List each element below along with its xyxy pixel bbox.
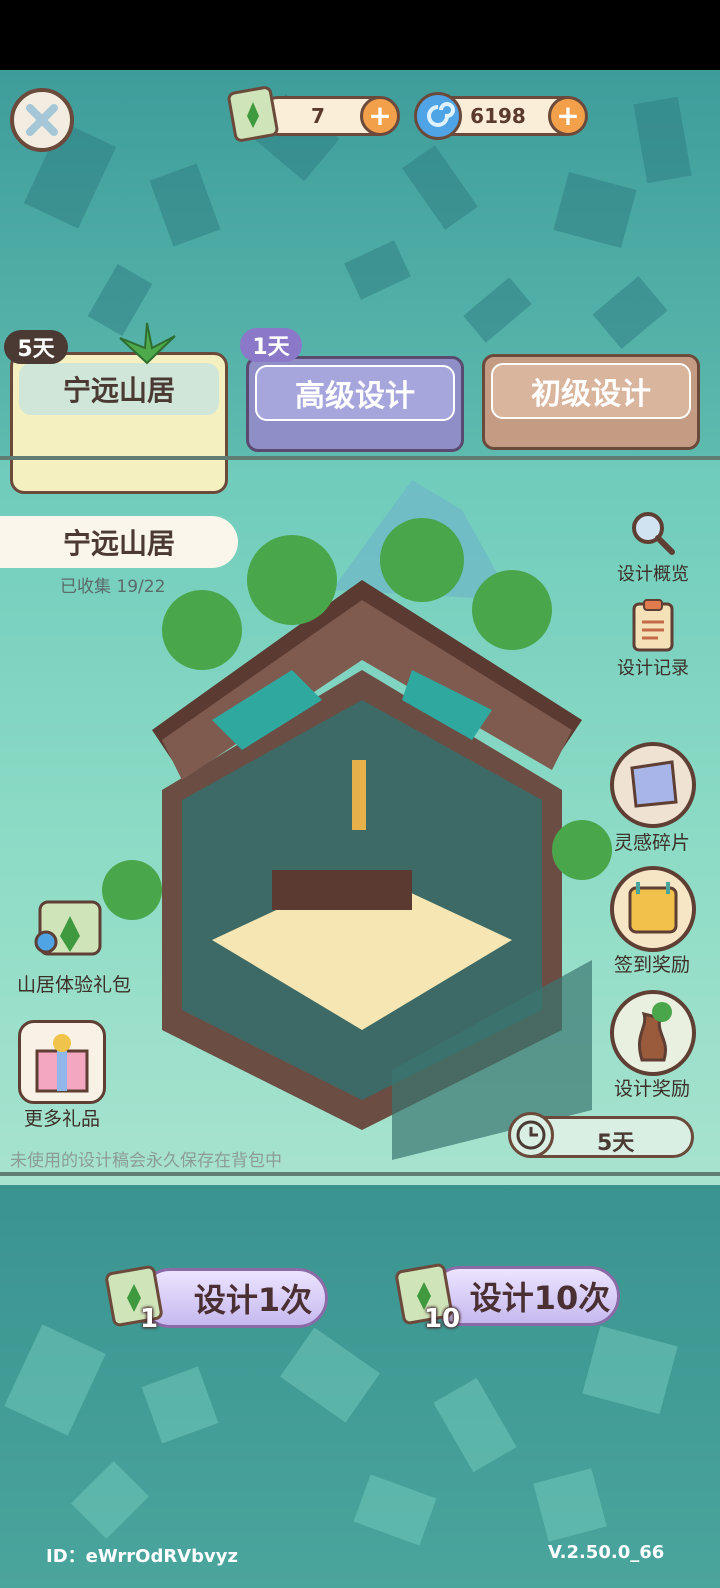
storage-hint: 未使用的设计稿会永久保存在背包中 bbox=[10, 1151, 282, 1171]
calendar-icon bbox=[610, 866, 696, 952]
tab-basic[interactable]: 初级设计 bbox=[482, 354, 700, 450]
leaf-icon bbox=[100, 318, 194, 368]
bonsai-icon bbox=[610, 990, 696, 1076]
timer-value: 5天 bbox=[597, 1131, 635, 1156]
inspiration-fragment-label: 灵感碎片 bbox=[613, 832, 690, 854]
magnifier-icon bbox=[632, 512, 675, 555]
spiral-icon bbox=[414, 92, 462, 140]
inspiration-fragment-button[interactable]: 灵感碎片 bbox=[604, 742, 700, 856]
more-gifts-label: 更多礼品 bbox=[23, 1108, 100, 1130]
map-fragment-icon bbox=[610, 742, 696, 828]
design-record-button[interactable]: 设计记录 bbox=[606, 598, 700, 682]
add-spiral-button[interactable]: + bbox=[548, 96, 588, 136]
status-bar bbox=[0, 0, 720, 70]
design-reward-label: 设计奖励 bbox=[613, 1078, 690, 1100]
divider-top bbox=[0, 456, 720, 460]
close-icon bbox=[26, 104, 58, 136]
tab-advanced-label: 高级设计 bbox=[255, 365, 455, 421]
mountain-gift-pack-label: 山居体验礼包 bbox=[16, 974, 131, 996]
mountain-gift-pack-button[interactable]: 山居体验礼包 bbox=[4, 888, 144, 1000]
clock-icon bbox=[508, 1112, 554, 1158]
sign-in-reward-button[interactable]: 签到奖励 bbox=[604, 866, 700, 978]
design-once-button[interactable]: 设计1次 bbox=[140, 1268, 328, 1328]
clipboard-icon bbox=[632, 599, 674, 652]
tab-ningyuan-label: 宁远山居 bbox=[19, 363, 219, 415]
sign-in-reward-label: 签到奖励 bbox=[613, 954, 690, 976]
close-button[interactable] bbox=[10, 88, 74, 152]
design-ten-cost: 10 bbox=[424, 1304, 461, 1334]
player-id: ID：eWrrOdRVbvyz bbox=[46, 1546, 238, 1567]
more-gifts-button[interactable]: 更多礼品 bbox=[12, 1020, 112, 1130]
divider-bottom bbox=[0, 1172, 720, 1176]
scroll-bundle-icon bbox=[34, 900, 102, 956]
design-overview-label: 设计概览 bbox=[617, 564, 689, 585]
design-reward-button[interactable]: 设计奖励 bbox=[604, 990, 700, 1100]
design-overview-button[interactable]: 设计概览 bbox=[606, 508, 700, 588]
house-illustration[interactable] bbox=[92, 470, 612, 1170]
scroll-icon bbox=[226, 84, 280, 144]
version-label: V.2.50.0_66 bbox=[548, 1542, 665, 1563]
design-ten-label: 设计10次 bbox=[469, 1279, 611, 1317]
tab-advanced[interactable]: 高级设计 bbox=[246, 356, 464, 452]
design-once-cost: 1 bbox=[140, 1304, 159, 1334]
tab-ningyuan-days: 5天 bbox=[4, 330, 68, 364]
design-once-label: 设计1次 bbox=[193, 1281, 313, 1319]
bottom-background bbox=[0, 1185, 720, 1588]
design-record-label: 设计记录 bbox=[617, 658, 689, 679]
tab-advanced-days: 1天 bbox=[240, 328, 302, 362]
add-scroll-button[interactable]: + bbox=[360, 96, 400, 136]
tab-basic-label: 初级设计 bbox=[491, 363, 691, 419]
gift-icon bbox=[18, 1020, 106, 1104]
